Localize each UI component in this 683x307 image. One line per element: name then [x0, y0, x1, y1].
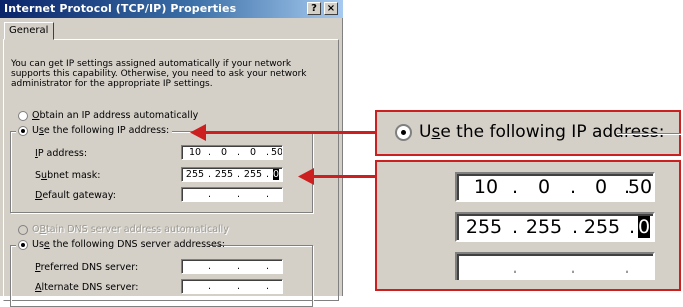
help-button[interactable]: ?	[307, 2, 321, 15]
arrow-shaft	[308, 175, 375, 178]
obtain-dns-auto-label: OBtain DNS server address automatically	[32, 224, 229, 235]
zoom-ip-dot-2: .	[570, 176, 577, 198]
zoom-ip-dot-1: .	[512, 176, 519, 198]
ip-octet-3: 0	[249, 147, 257, 158]
alternate-dns-label: Alternate DNS server:	[35, 282, 139, 293]
zoom-default-gateway-field: . . .	[455, 252, 655, 280]
gateway-dot-2: .	[237, 189, 241, 200]
mask-dot-2: .	[237, 169, 241, 180]
zoom-ip-octet-2: 0	[537, 176, 551, 198]
default-gateway-label: Default gateway:	[35, 190, 116, 201]
use-following-dns-radio[interactable]	[18, 240, 28, 250]
zoom-mask-octet-1: 255	[465, 216, 503, 238]
zoom-gw-dot-1: .	[512, 256, 519, 278]
tcpip-properties-dialog: Internet Protocol (TCP/IP) Properties ? …	[0, 0, 343, 307]
zoom-ip-octet-1: 10	[473, 176, 499, 198]
preferred-dns-label: Preferred DNS server:	[35, 262, 139, 273]
zoom-gw-dot-2: .	[570, 256, 577, 278]
zoom-mask-octet-2: 255	[525, 216, 563, 238]
ip-octet-1: 10	[188, 147, 202, 158]
zoom-ip-address-field: 10 . 0 . 0 . 50	[455, 172, 655, 202]
arrow-head-icon	[190, 124, 206, 141]
dns-server-group	[10, 245, 313, 307]
zoom-mask-dot-1: .	[512, 216, 519, 238]
adns-dot-3: .	[266, 281, 270, 292]
alternate-dns-field[interactable]: . . .	[181, 279, 283, 294]
ip-octet-4: 50	[270, 147, 283, 158]
close-icon: ×	[326, 3, 336, 14]
obtain-ip-auto-radio[interactable]	[18, 111, 28, 121]
zoom-mask-dot-2: .	[572, 216, 579, 238]
obtain-dns-auto-radio	[18, 225, 28, 235]
zoom-use-following-ip-radio	[395, 124, 412, 141]
ip-dot-3: .	[266, 147, 270, 158]
zoom-use-following-ip-label: Use the following IP address:	[419, 122, 665, 142]
zoom-mask-dot-3: .	[629, 216, 636, 238]
mask-octet-1: 255	[185, 169, 205, 180]
ip-address-label: IP address:	[35, 148, 88, 159]
zoom-mask-octet-4: 0	[637, 216, 651, 238]
obtain-ip-auto-label: Obtain an IP address automatically	[32, 110, 199, 121]
mask-octet-4: 0	[272, 169, 280, 180]
window-title: Internet Protocol (TCP/IP) Properties	[4, 2, 237, 15]
adns-dot-1: .	[208, 281, 212, 292]
mask-octet-3: 255	[243, 169, 263, 180]
zoom-ip-octet-3: 0	[594, 176, 608, 198]
subnet-mask-field[interactable]: 255 . 255 . 255 . 0	[181, 167, 283, 182]
ip-dot-2: .	[237, 147, 241, 158]
arrow-shaft	[200, 131, 375, 134]
use-following-ip-label: Use the following IP address:	[32, 125, 170, 136]
mask-octet-2: 255	[214, 169, 234, 180]
ip-octet-2: 0	[220, 147, 228, 158]
zoom-mask-octet-3: 255	[583, 216, 621, 238]
default-gateway-field[interactable]: . . .	[181, 187, 283, 202]
intro-text: You can get IP settings assigned automat…	[11, 59, 307, 89]
arrow-head-icon	[298, 168, 314, 185]
zoom-ip-octet-4: 50	[627, 176, 653, 198]
pdns-dot-3: .	[266, 261, 270, 272]
tab-general[interactable]: General	[4, 22, 54, 40]
adns-dot-2: .	[237, 281, 241, 292]
pdns-dot-1: .	[208, 261, 212, 272]
ip-address-field[interactable]: 10 . 0 . 0 . 50	[181, 145, 283, 160]
subnet-mask-label: Subnet mask:	[35, 170, 101, 181]
dns-group-legend: Use the following DNS server addresses:	[16, 238, 225, 252]
title-bar[interactable]: Internet Protocol (TCP/IP) Properties ? …	[0, 0, 343, 18]
gateway-dot-1: .	[208, 189, 212, 200]
close-button[interactable]: ×	[324, 2, 338, 15]
ip-group-legend: Use the following IP address:	[16, 124, 172, 138]
zoom-subnet-mask-field: 255 . 255 . 255 . 0	[455, 212, 655, 242]
mask-dot-3: .	[266, 169, 270, 180]
zoom-callout-ip-mode: Use the following IP address:	[375, 110, 681, 156]
pdns-dot-2: .	[237, 261, 241, 272]
use-following-ip-radio[interactable]	[18, 126, 28, 136]
ip-dot-1: .	[208, 147, 212, 158]
help-icon: ?	[311, 3, 317, 14]
zoom-callout-fields: 10 . 0 . 0 . 50 255 . 255 . 255 . 0 . . …	[375, 160, 681, 291]
gateway-dot-3: .	[266, 189, 270, 200]
preferred-dns-field[interactable]: . . .	[181, 259, 283, 274]
zoom-gw-dot-3: .	[624, 256, 631, 278]
use-following-dns-label: Use the following DNS server addresses:	[32, 239, 226, 250]
zoom-group-border	[617, 133, 681, 135]
mask-dot-1: .	[208, 169, 212, 180]
